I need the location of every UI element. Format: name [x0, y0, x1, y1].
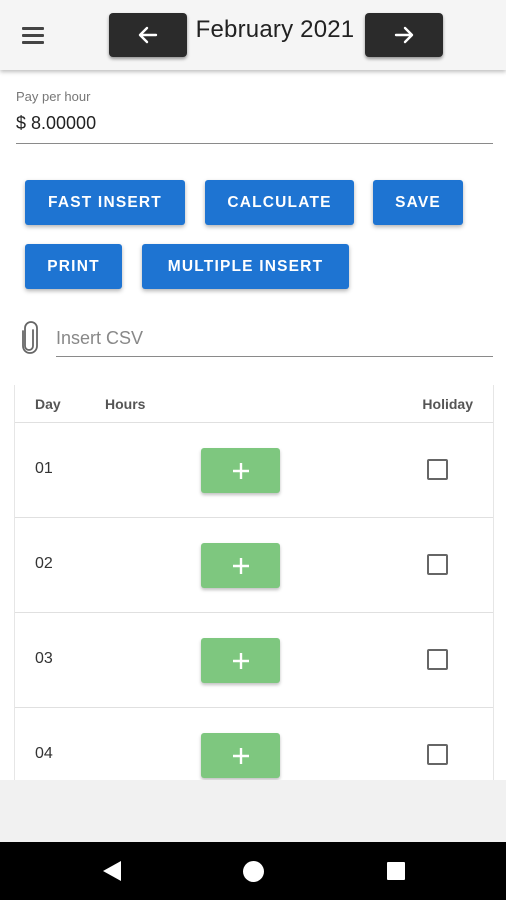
pay-per-hour-label: Pay per hour [16, 89, 91, 104]
day-number: 02 [35, 555, 53, 572]
system-navigation-bar [0, 842, 506, 900]
hours-column-header: Hours [105, 396, 146, 412]
day-number: 03 [35, 650, 53, 667]
back-triangle-icon[interactable] [101, 859, 123, 883]
holiday-checkbox[interactable] [427, 649, 448, 670]
table-header: Day Hours Holiday [15, 385, 493, 423]
table-row: 01 [15, 423, 493, 518]
menu-button[interactable] [18, 22, 52, 48]
holiday-checkbox[interactable] [427, 554, 448, 575]
save-button[interactable]: SAVE [373, 180, 463, 225]
app-bar: February 2021 [0, 0, 506, 70]
day-column-header: Day [35, 396, 61, 412]
plus-icon [232, 462, 249, 479]
month-title: February 2021 [195, 16, 355, 43]
calculate-button[interactable]: CALCULATE [205, 180, 354, 225]
pay-per-hour-field[interactable]: $ 8.00000 [16, 113, 96, 134]
add-hours-button[interactable] [201, 733, 280, 778]
table-row: 02 [15, 518, 493, 613]
multiple-insert-button[interactable]: MULTIPLE INSERT [142, 244, 349, 289]
csv-field-underline [56, 356, 493, 357]
day-number: 01 [35, 460, 53, 477]
add-hours-button[interactable] [201, 448, 280, 493]
bottom-background [0, 780, 506, 842]
previous-month-button[interactable] [109, 13, 187, 57]
plus-icon [232, 652, 249, 669]
print-button[interactable]: PRINT [25, 244, 122, 289]
paperclip-icon[interactable] [18, 321, 42, 355]
pay-field-underline [16, 143, 493, 144]
add-hours-button[interactable] [201, 543, 280, 588]
plus-icon [232, 747, 249, 764]
hours-table: Day Hours Holiday 01 02 03 04 [14, 385, 494, 780]
table-row: 04 [15, 708, 493, 780]
next-month-button[interactable] [365, 13, 443, 57]
arrow-left-icon [138, 26, 158, 44]
insert-csv-input[interactable] [56, 322, 493, 354]
recent-apps-square-icon[interactable] [387, 862, 405, 880]
home-circle-icon[interactable] [243, 861, 264, 882]
holiday-checkbox[interactable] [427, 744, 448, 765]
arrow-right-icon [394, 26, 414, 44]
fast-insert-button[interactable]: FAST INSERT [25, 180, 185, 225]
day-number: 04 [35, 745, 53, 762]
add-hours-button[interactable] [201, 638, 280, 683]
holiday-checkbox[interactable] [427, 459, 448, 480]
plus-icon [232, 557, 249, 574]
table-row: 03 [15, 613, 493, 708]
holiday-column-header: Holiday [422, 396, 473, 412]
hamburger-menu-icon [22, 27, 44, 30]
